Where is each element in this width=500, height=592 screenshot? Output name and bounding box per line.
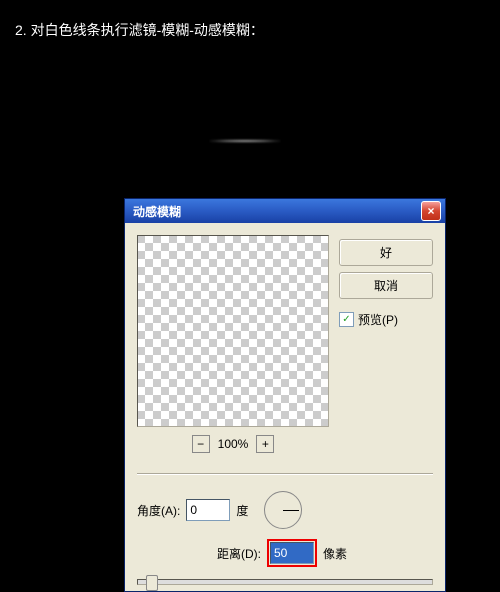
cancel-button[interactable]: 取消 — [339, 272, 433, 299]
motion-blur-dialog: 动感模糊 × − 100% + 好 取消 ✓ 预览(P) 角度(A): 度 — [124, 198, 446, 592]
close-button[interactable]: × — [421, 201, 441, 221]
ok-button[interactable]: 好 — [339, 239, 433, 266]
divider — [137, 473, 433, 475]
preview-checkbox[interactable]: ✓ — [339, 312, 354, 327]
angle-label: 角度(A): — [137, 502, 180, 519]
zoom-out-button[interactable]: − — [192, 435, 210, 453]
preview-area[interactable] — [137, 235, 329, 427]
zoom-in-button[interactable]: + — [256, 435, 274, 453]
angle-unit: 度 — [236, 502, 248, 519]
distance-input[interactable] — [270, 542, 314, 564]
distance-label: 距离(D): — [217, 545, 261, 562]
motion-blur-preview-line — [210, 140, 280, 142]
close-icon: × — [427, 204, 434, 218]
titlebar[interactable]: 动感模糊 × — [125, 199, 445, 223]
angle-dial[interactable] — [264, 491, 302, 529]
angle-input[interactable] — [186, 499, 230, 521]
distance-highlight — [267, 539, 317, 567]
distance-unit: 像素 — [323, 545, 347, 562]
zoom-percent: 100% — [218, 437, 249, 451]
preview-label: 预览(P) — [358, 311, 398, 328]
dialog-title: 动感模糊 — [129, 203, 421, 220]
distance-slider[interactable] — [137, 579, 433, 585]
instruction-text: 2. 对白色线条执行滤镜-模糊-动感模糊： — [0, 0, 500, 60]
slider-thumb[interactable] — [146, 575, 158, 591]
